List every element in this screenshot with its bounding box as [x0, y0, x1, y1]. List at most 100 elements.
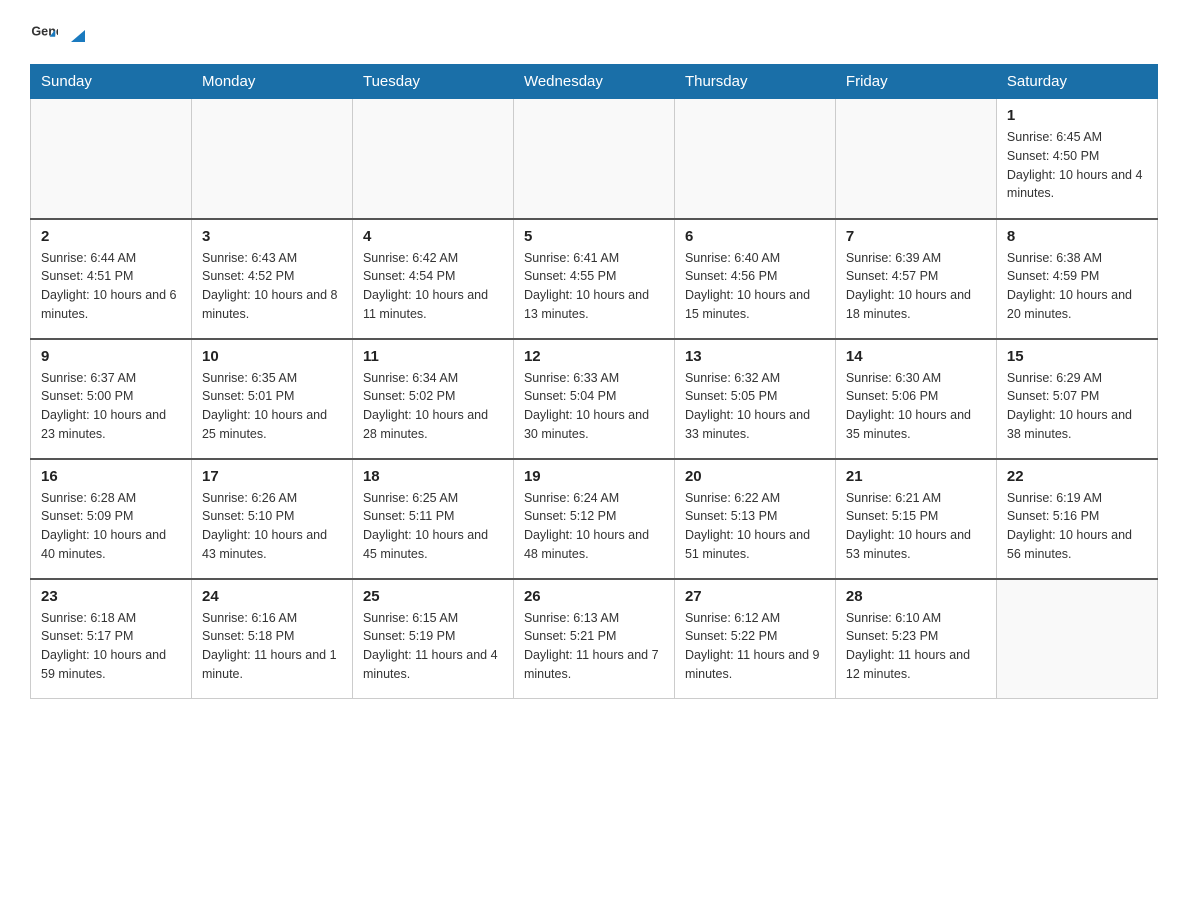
- day-number: 16: [41, 468, 181, 485]
- day-number: 9: [41, 348, 181, 365]
- day-info: Sunrise: 6:41 AMSunset: 4:55 PMDaylight:…: [524, 249, 664, 324]
- day-info: Sunrise: 6:24 AMSunset: 5:12 PMDaylight:…: [524, 489, 664, 564]
- weekday-header-friday: Friday: [835, 65, 996, 99]
- day-number: 8: [1007, 228, 1147, 245]
- calendar-cell: 14 Sunrise: 6:30 AMSunset: 5:06 PMDayligh…: [835, 339, 996, 459]
- day-info: Sunrise: 6:30 AMSunset: 5:06 PMDaylight:…: [846, 369, 986, 444]
- calendar-cell: 10 Sunrise: 6:35 AMSunset: 5:01 PMDayligh…: [191, 339, 352, 459]
- calendar-cell: 17Sunrise: 6:26 AMSunset: 5:10 PMDayligh…: [191, 459, 352, 579]
- day-info: Sunrise: 6:10 AMSunset: 5:23 PMDaylight:…: [846, 609, 986, 684]
- day-number: 28: [846, 588, 986, 605]
- calendar-week-row: 2Sunrise: 6:44 AMSunset: 4:51 PMDaylight…: [31, 219, 1158, 339]
- day-number: 10: [202, 348, 342, 365]
- calendar-cell: 2Sunrise: 6:44 AMSunset: 4:51 PMDaylight…: [31, 219, 192, 339]
- calendar-cell: 21 Sunrise: 6:21 AMSunset: 5:15 PMDayligh…: [835, 459, 996, 579]
- calendar-cell: [996, 579, 1157, 699]
- day-number: 17: [202, 468, 342, 485]
- day-number: 1: [1007, 107, 1147, 124]
- weekday-header-saturday: Saturday: [996, 65, 1157, 99]
- day-number: 26: [524, 588, 664, 605]
- calendar-cell: 19 Sunrise: 6:24 AMSunset: 5:12 PMDayligh…: [513, 459, 674, 579]
- day-info: Sunrise: 6:28 AMSunset: 5:09 PMDaylight:…: [41, 489, 181, 564]
- day-number: 4: [363, 228, 503, 245]
- day-number: 21: [846, 468, 986, 485]
- page-header: General: [30, 20, 1158, 48]
- calendar-cell: 22 Sunrise: 6:19 AMSunset: 5:16 PMDayligh…: [996, 459, 1157, 579]
- logo-arrow-icon: [67, 24, 89, 46]
- calendar-week-row: 1 Sunrise: 6:45 AMSunset: 4:50 PMDaylight…: [31, 99, 1158, 219]
- day-info: Sunrise: 6:21 AMSunset: 5:15 PMDaylight:…: [846, 489, 986, 564]
- calendar-cell: 3 Sunrise: 6:43 AMSunset: 4:52 PMDaylight…: [191, 219, 352, 339]
- day-number: 6: [685, 228, 825, 245]
- calendar-cell: 12 Sunrise: 6:33 AMSunset: 5:04 PMDayligh…: [513, 339, 674, 459]
- day-number: 12: [524, 348, 664, 365]
- day-number: 18: [363, 468, 503, 485]
- calendar-cell: [191, 99, 352, 219]
- calendar-cell: [835, 99, 996, 219]
- calendar-week-row: 23 Sunrise: 6:18 AMSunset: 5:17 PMDayligh…: [31, 579, 1158, 699]
- day-info: Sunrise: 6:18 AMSunset: 5:17 PMDaylight:…: [41, 609, 181, 684]
- day-info: Sunrise: 6:45 AMSunset: 4:50 PMDaylight:…: [1007, 128, 1147, 203]
- day-info: Sunrise: 6:16 AMSunset: 5:18 PMDaylight:…: [202, 609, 342, 684]
- day-number: 15: [1007, 348, 1147, 365]
- day-info: Sunrise: 6:37 AMSunset: 5:00 PMDaylight:…: [41, 369, 181, 444]
- calendar-cell: 18 Sunrise: 6:25 AMSunset: 5:11 PMDayligh…: [352, 459, 513, 579]
- calendar-cell: 8 Sunrise: 6:38 AMSunset: 4:59 PMDaylight…: [996, 219, 1157, 339]
- day-info: Sunrise: 6:22 AMSunset: 5:13 PMDaylight:…: [685, 489, 825, 564]
- day-number: 19: [524, 468, 664, 485]
- weekday-header-wednesday: Wednesday: [513, 65, 674, 99]
- day-number: 22: [1007, 468, 1147, 485]
- day-info: Sunrise: 6:12 AMSunset: 5:22 PMDaylight:…: [685, 609, 825, 684]
- calendar-week-row: 9 Sunrise: 6:37 AMSunset: 5:00 PMDaylight…: [31, 339, 1158, 459]
- calendar-table: SundayMondayTuesdayWednesdayThursdayFrid…: [30, 64, 1158, 699]
- calendar-cell: 28 Sunrise: 6:10 AMSunset: 5:23 PMDayligh…: [835, 579, 996, 699]
- calendar-cell: 26 Sunrise: 6:13 AMSunset: 5:21 PMDayligh…: [513, 579, 674, 699]
- calendar-cell: 13 Sunrise: 6:32 AMSunset: 5:05 PMDayligh…: [674, 339, 835, 459]
- day-number: 11: [363, 348, 503, 365]
- day-info: Sunrise: 6:15 AMSunset: 5:19 PMDaylight:…: [363, 609, 503, 684]
- calendar-cell: [352, 99, 513, 219]
- calendar-cell: 16 Sunrise: 6:28 AMSunset: 5:09 PMDayligh…: [31, 459, 192, 579]
- calendar-cell: [513, 99, 674, 219]
- day-number: 14: [846, 348, 986, 365]
- weekday-header-tuesday: Tuesday: [352, 65, 513, 99]
- day-number: 23: [41, 588, 181, 605]
- day-info: Sunrise: 6:29 AMSunset: 5:07 PMDaylight:…: [1007, 369, 1147, 444]
- calendar-cell: 7Sunrise: 6:39 AMSunset: 4:57 PMDaylight…: [835, 219, 996, 339]
- weekday-header-monday: Monday: [191, 65, 352, 99]
- day-number: 3: [202, 228, 342, 245]
- calendar-cell: 23 Sunrise: 6:18 AMSunset: 5:17 PMDayligh…: [31, 579, 192, 699]
- calendar-cell: 20 Sunrise: 6:22 AMSunset: 5:13 PMDayligh…: [674, 459, 835, 579]
- day-info: Sunrise: 6:39 AMSunset: 4:57 PMDaylight:…: [846, 249, 986, 324]
- weekday-header-row: SundayMondayTuesdayWednesdayThursdayFrid…: [31, 65, 1158, 99]
- day-number: 24: [202, 588, 342, 605]
- calendar-cell: 5Sunrise: 6:41 AMSunset: 4:55 PMDaylight…: [513, 219, 674, 339]
- weekday-header-sunday: Sunday: [31, 65, 192, 99]
- calendar-cell: 9 Sunrise: 6:37 AMSunset: 5:00 PMDaylight…: [31, 339, 192, 459]
- logo: General: [30, 20, 89, 48]
- calendar-cell: 15 Sunrise: 6:29 AMSunset: 5:07 PMDayligh…: [996, 339, 1157, 459]
- logo-icon: General: [30, 20, 58, 48]
- calendar-cell: [674, 99, 835, 219]
- day-number: 2: [41, 228, 181, 245]
- calendar-cell: 6Sunrise: 6:40 AMSunset: 4:56 PMDaylight…: [674, 219, 835, 339]
- calendar-cell: [31, 99, 192, 219]
- day-info: Sunrise: 6:25 AMSunset: 5:11 PMDaylight:…: [363, 489, 503, 564]
- day-info: Sunrise: 6:42 AMSunset: 4:54 PMDaylight:…: [363, 249, 503, 324]
- day-info: Sunrise: 6:35 AMSunset: 5:01 PMDaylight:…: [202, 369, 342, 444]
- day-number: 20: [685, 468, 825, 485]
- day-number: 27: [685, 588, 825, 605]
- weekday-header-thursday: Thursday: [674, 65, 835, 99]
- day-info: Sunrise: 6:32 AMSunset: 5:05 PMDaylight:…: [685, 369, 825, 444]
- day-info: Sunrise: 6:13 AMSunset: 5:21 PMDaylight:…: [524, 609, 664, 684]
- day-info: Sunrise: 6:19 AMSunset: 5:16 PMDaylight:…: [1007, 489, 1147, 564]
- day-info: Sunrise: 6:38 AMSunset: 4:59 PMDaylight:…: [1007, 249, 1147, 324]
- day-number: 13: [685, 348, 825, 365]
- day-info: Sunrise: 6:33 AMSunset: 5:04 PMDaylight:…: [524, 369, 664, 444]
- calendar-cell: 27 Sunrise: 6:12 AMSunset: 5:22 PMDayligh…: [674, 579, 835, 699]
- day-info: Sunrise: 6:34 AMSunset: 5:02 PMDaylight:…: [363, 369, 503, 444]
- calendar-week-row: 16 Sunrise: 6:28 AMSunset: 5:09 PMDayligh…: [31, 459, 1158, 579]
- day-info: Sunrise: 6:43 AMSunset: 4:52 PMDaylight:…: [202, 249, 342, 324]
- calendar-cell: 4 Sunrise: 6:42 AMSunset: 4:54 PMDaylight…: [352, 219, 513, 339]
- calendar-cell: 11 Sunrise: 6:34 AMSunset: 5:02 PMDayligh…: [352, 339, 513, 459]
